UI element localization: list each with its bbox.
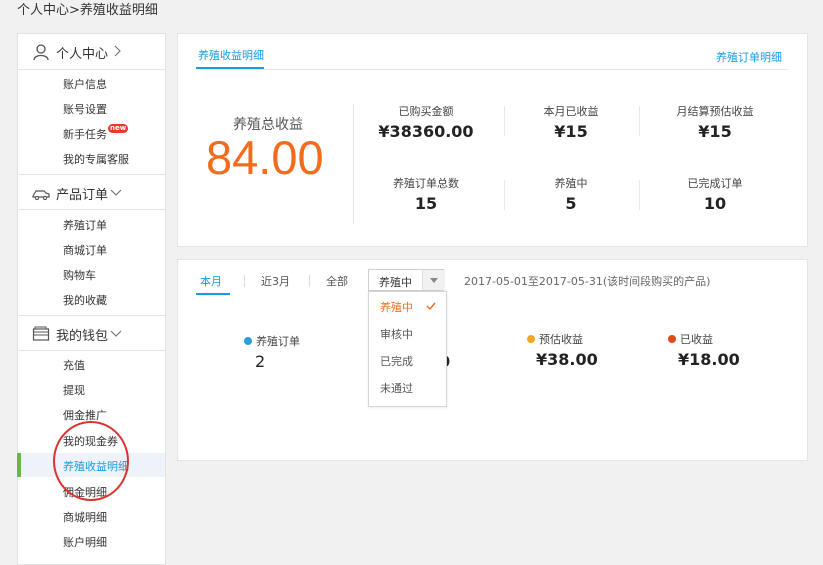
- truck-icon: [32, 190, 50, 201]
- divider: [309, 275, 310, 287]
- divider: [353, 104, 354, 224]
- dropdown-option-rejected[interactable]: 未通过: [380, 380, 413, 396]
- sidebar-group-personal[interactable]: 个人中心: [18, 34, 165, 70]
- divider: [196, 69, 788, 70]
- divider: [639, 180, 640, 210]
- breeding-count-label: 养殖中: [554, 177, 588, 190]
- breeding-orders-label: 养殖订单: [244, 333, 300, 349]
- tab-this-month[interactable]: 本月: [200, 273, 222, 289]
- status-select[interactable]: 养殖中: [368, 269, 445, 291]
- chevron-down-icon: [110, 330, 122, 337]
- check-icon: [426, 302, 436, 310]
- purchased-amount-value: ¥38360.00: [378, 122, 474, 141]
- divider: [639, 106, 640, 136]
- sidebar-item-account-settings[interactable]: 账号设置: [18, 96, 165, 120]
- sidebar-group-label: 个人中心: [56, 47, 109, 62]
- tab-underline: [196, 67, 264, 69]
- date-range-text: 2017-05-01至2017-05-31(该时间段购买的产品): [464, 275, 711, 288]
- sidebar-item-withdraw[interactable]: 提现: [18, 377, 165, 401]
- month-estimated-value: ¥15: [698, 122, 732, 141]
- divider: [244, 275, 245, 287]
- sidebar-item-account-detail[interactable]: 账户明细: [18, 529, 165, 553]
- total-orders-value: 15: [414, 194, 438, 213]
- income-summary-panel: 养殖收益明细 养殖订单明细 养殖总收益 84.00 已购买金额 ¥38360.0…: [177, 33, 808, 247]
- purchased-amount-label: 已购买金额: [398, 105, 454, 118]
- chevron-down-icon: [110, 189, 122, 196]
- wallet-icon: [32, 326, 50, 341]
- tab-breeding-income[interactable]: 养殖收益明细: [198, 47, 264, 63]
- estimated-income-value: ¥38.00: [536, 350, 598, 369]
- active-indicator: [17, 453, 21, 477]
- tab-all[interactable]: 全部: [326, 273, 348, 289]
- sidebar-item-mall-orders[interactable]: 商城订单: [18, 237, 165, 261]
- breadcrumb: 个人中心>养殖收益明细: [17, 3, 158, 18]
- completed-orders-value: 10: [703, 194, 727, 213]
- sidebar-item-breeding-orders[interactable]: 养殖订单: [18, 212, 165, 236]
- breeding-order-detail-link[interactable]: 养殖订单明细: [716, 49, 782, 65]
- divider: [504, 180, 505, 210]
- orange-dot-icon: [527, 335, 535, 343]
- sidebar-item-exclusive-service[interactable]: 我的专属客服: [18, 146, 165, 170]
- blue-dot-icon: [244, 337, 252, 345]
- month-earned-label: 本月已收益: [543, 105, 599, 118]
- sidebar-group-label: 我的钱包: [56, 329, 109, 344]
- total-income-value: 84.00: [206, 131, 324, 184]
- tab-last-3-months[interactable]: 近3月: [261, 273, 290, 289]
- sidebar-item-newbie-tasks[interactable]: 新手任务 new: [18, 121, 165, 145]
- divider: [504, 106, 505, 136]
- sidebar-item-mall-detail[interactable]: 商城明细: [18, 504, 165, 528]
- chevron-right-icon: [114, 45, 121, 57]
- sidebar-group-wallet[interactable]: 我的钱包: [18, 315, 165, 351]
- tab-underline: [196, 293, 230, 295]
- total-orders-label: 养殖订单总数: [393, 177, 459, 190]
- sidebar-item-favorites[interactable]: 我的收藏: [18, 287, 165, 311]
- dropdown-option-reviewing[interactable]: 审核中: [380, 326, 413, 342]
- estimated-income-label: 预估收益: [527, 331, 583, 347]
- sidebar-item-cart[interactable]: 购物车: [18, 262, 165, 286]
- month-earned-value: ¥15: [554, 122, 588, 141]
- user-icon: [33, 44, 49, 61]
- dropdown-option-breeding[interactable]: 养殖中: [380, 299, 413, 315]
- earned-income-label: 已收益: [668, 331, 713, 347]
- annotation-circle: [53, 421, 129, 501]
- month-estimated-label: 月结算预估收益: [676, 105, 754, 118]
- sidebar-item-account-info[interactable]: 账户信息: [18, 71, 165, 95]
- period-summary-panel: 本月 近3月 全部 养殖中 2017-05-01至2017-05-31(该时间段…: [177, 259, 808, 461]
- dropdown-arrow-icon: [422, 270, 445, 290]
- completed-orders-label: 已完成订单: [687, 177, 743, 190]
- status-dropdown-menu: 养殖中 审核中 已完成 未通过: [368, 291, 447, 407]
- dropdown-option-completed[interactable]: 已完成: [380, 353, 413, 369]
- breeding-count-value: 5: [565, 194, 577, 213]
- sidebar-group-label: 产品订单: [56, 188, 109, 203]
- sidebar-group-orders[interactable]: 产品订单: [18, 174, 165, 210]
- sidebar-item-recharge[interactable]: 充值: [18, 352, 165, 376]
- new-badge: new: [108, 124, 129, 133]
- red-dot-icon: [668, 335, 676, 343]
- earned-income-value: ¥18.00: [678, 350, 740, 369]
- breeding-orders-value: 2: [255, 352, 266, 371]
